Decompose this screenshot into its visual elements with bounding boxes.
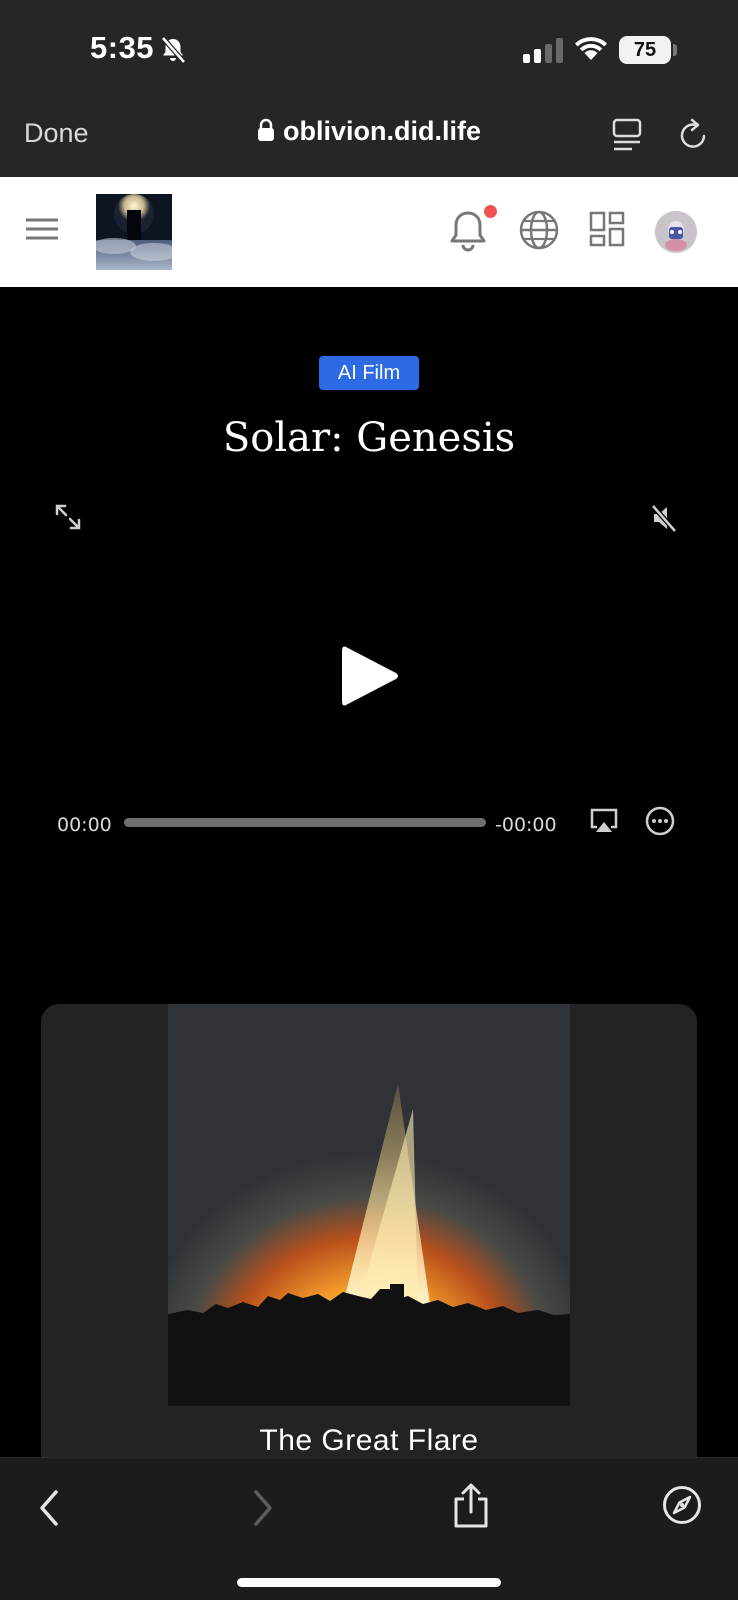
ai-film-badge: AI Film	[319, 356, 419, 390]
play-icon[interactable]	[340, 643, 400, 709]
mute-icon[interactable]	[650, 503, 678, 533]
notification-badge	[484, 205, 497, 218]
url-text: oblivion.did.life	[283, 116, 481, 146]
signal-icon	[523, 37, 563, 63]
lock-icon	[258, 118, 274, 141]
expand-icon[interactable]	[54, 503, 82, 531]
reload-icon[interactable]	[678, 117, 708, 151]
remaining-time: -00:00	[495, 814, 557, 836]
globe-icon[interactable]	[519, 210, 559, 250]
bell-slash-icon	[161, 36, 186, 64]
film-card[interactable]: The Great Flare	[41, 1004, 697, 1484]
notification-bell-icon[interactable]	[450, 209, 486, 253]
forward-icon[interactable]	[250, 1488, 276, 1528]
more-icon[interactable]	[645, 806, 675, 836]
battery-icon: 75	[619, 36, 671, 64]
wifi-icon	[575, 37, 607, 60]
status-time: 5:35	[90, 30, 155, 65]
card-title: The Great Flare	[259, 1424, 479, 1457]
site-header	[0, 177, 738, 287]
home-indicator	[237, 1578, 501, 1587]
airplay-icon[interactable]	[589, 808, 619, 834]
share-icon[interactable]	[452, 1483, 490, 1529]
browser-bar: Done oblivion.did.life	[0, 100, 738, 177]
menu-icon[interactable]	[26, 217, 58, 241]
main-content: AI Film Solar: Genesis 00:00 -00:00 The …	[0, 287, 738, 1484]
card-image	[168, 1004, 570, 1406]
progress-bar[interactable]	[124, 818, 486, 827]
reader-icon[interactable]	[612, 118, 642, 152]
back-icon[interactable]	[36, 1488, 62, 1528]
grid-icon[interactable]	[589, 211, 625, 247]
avatar[interactable]	[655, 211, 697, 253]
status-bar: 5:35 75	[0, 0, 738, 100]
film-title: Solar: Genesis	[222, 415, 516, 461]
site-logo[interactable]	[96, 194, 172, 270]
current-time: 00:00	[57, 814, 112, 836]
compass-icon[interactable]	[662, 1485, 702, 1525]
bottom-toolbar	[0, 1457, 738, 1600]
battery-tip	[673, 44, 677, 56]
